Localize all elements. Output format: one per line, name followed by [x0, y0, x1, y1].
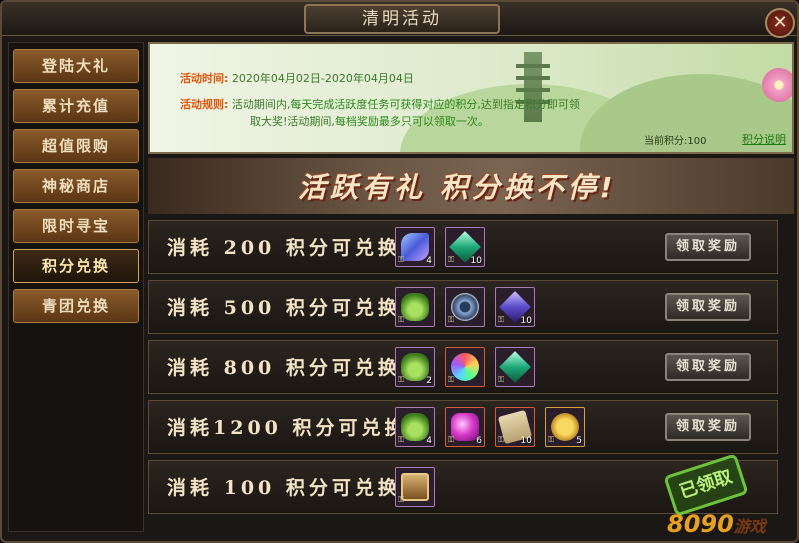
sidebar-item-points-exchange[interactable]: 积分兑换 [13, 249, 139, 283]
bind-icon: ⚿ [398, 375, 405, 384]
pink-gem-icon [451, 413, 479, 441]
claim-reward-button[interactable]: 领取奖励 [665, 293, 751, 321]
sidebar-item-limited-purchase[interactable]: 超值限购 [13, 129, 139, 163]
bind-icon: ⚿ [498, 315, 505, 324]
reward-row: 消耗 200 积分可兑换 ⚿ 4 ⚿ 10 领取奖励 [148, 220, 778, 274]
banner-title: 活跃有礼 积分换不停! [298, 171, 617, 204]
item-count: 10 [470, 256, 482, 266]
time-label: 活动时间: [180, 72, 229, 85]
item-count: 5 [576, 436, 582, 446]
bind-icon: ⚿ [498, 375, 505, 384]
rules-text-1b: 每天完成活跃度任务可获得对应的积分, [290, 98, 481, 111]
sidebar-item-qingtuan-exchange[interactable]: 青团兑换 [13, 289, 139, 323]
time-value: 2020年04月02日-2020年04月04日 [231, 72, 414, 85]
item-count: 6 [476, 436, 482, 446]
title-bar: 清明活动 ✕ [2, 2, 797, 38]
reward-item-slot[interactable]: ⚿ [445, 347, 485, 387]
activity-window: 清明活动 ✕ 登陆大礼 累计充值 超值限购 神秘商店 限时寻宝 积分兑换 青团兑… [0, 0, 799, 543]
item-count: 4 [426, 436, 432, 446]
claim-reward-button[interactable]: 领取奖励 [665, 233, 751, 261]
herb-icon [401, 353, 429, 381]
site-watermark: 8090游戏 [667, 510, 766, 538]
reward-item-slot[interactable]: ⚿ [495, 347, 535, 387]
bind-icon: ⚿ [448, 375, 455, 384]
reward-item-slot[interactable]: ⚿ [445, 287, 485, 327]
rules-label: 活动规则: [180, 98, 229, 111]
bind-icon: ⚿ [448, 315, 455, 324]
rules-text-1c: 达到指定积分即可领 [480, 98, 580, 111]
item-count: 10 [520, 436, 532, 446]
rules-text-2a: 取大奖! [250, 115, 288, 128]
sidebar-item-recharge[interactable]: 累计充值 [13, 89, 139, 123]
bind-icon: ⚿ [448, 255, 455, 264]
lotus-flower-icon [762, 68, 792, 102]
rules-text-2c: 每档奖励最多只可以领取一次。 [334, 115, 489, 128]
reward-item-slot[interactable]: ⚿ [395, 287, 435, 327]
bind-icon: ⚿ [448, 435, 455, 444]
reward-item-slot[interactable]: ⚿ 10 [445, 227, 485, 267]
sidebar: 登陆大礼 累计充值 超值限购 神秘商店 限时寻宝 积分兑换 青团兑换 [8, 42, 144, 532]
herb-icon [401, 413, 429, 441]
watermark-number: 8090 [667, 510, 734, 538]
reward-item-slot[interactable]: ⚿ 2 [395, 347, 435, 387]
reward-row: 消耗 800 积分可兑换 ⚿ 2 ⚿ ⚿ 领取奖励 [148, 340, 778, 394]
reward-cost-label: 消耗1200 积分可兑换 [167, 417, 408, 439]
claim-reward-button[interactable]: 领取奖励 [665, 353, 751, 381]
current-points: 当前积分:100 [644, 136, 707, 147]
sidebar-item-mystery-shop[interactable]: 神秘商店 [13, 169, 139, 203]
points-rules-link[interactable]: 积分说明 [742, 131, 786, 147]
reward-cost-label: 消耗 200 积分可兑换 [167, 237, 401, 259]
compass-disc-icon [451, 293, 479, 321]
gold-coin-icon [551, 413, 579, 441]
promo-banner: 活跃有礼 积分换不停! [148, 158, 794, 214]
bind-icon: ⚿ [398, 495, 405, 504]
rules-text-2b: 活动期间, [287, 115, 335, 128]
reward-row: 消耗 500 积分可兑换 ⚿ ⚿ ⚿ 10 领取奖励 [148, 280, 778, 334]
sidebar-item-login-gift[interactable]: 登陆大礼 [13, 49, 139, 83]
item-count: 10 [520, 316, 532, 326]
close-button[interactable]: ✕ [765, 8, 795, 38]
reward-cost-label: 消耗 800 积分可兑换 [167, 357, 401, 379]
bind-icon: ⚿ [548, 435, 555, 444]
watermark-text: 游戏 [733, 517, 766, 536]
item-count: 4 [426, 256, 432, 266]
reward-item-slot[interactable]: ⚿ 4 [395, 227, 435, 267]
reward-item-slot[interactable]: ⚿ 10 [495, 407, 535, 447]
reward-cost-label: 消耗 100 积分可兑换 [167, 477, 401, 499]
rules-text-1a: 活动期间内, [231, 98, 291, 111]
reward-item-slot[interactable]: ⚿ 4 [395, 407, 435, 447]
reward-item-slot[interactable]: ⚿ 6 [445, 407, 485, 447]
window-title: 清明活动 [304, 4, 500, 34]
bind-icon: ⚿ [398, 255, 405, 264]
rainbow-orb-icon [451, 353, 479, 381]
bind-icon: ⚿ [398, 315, 405, 324]
reward-row: 消耗1200 积分可兑换 ⚿ 4 ⚿ 6 ⚿ 10 ⚿ 5 领取奖励 [148, 400, 778, 454]
bind-icon: ⚿ [398, 435, 405, 444]
item-count: 2 [426, 376, 432, 386]
treasure-chest-icon [401, 473, 429, 501]
feather-icon [401, 233, 429, 261]
reward-item-slot[interactable]: ⚿ [395, 467, 435, 507]
claim-reward-button[interactable]: 领取奖励 [665, 413, 751, 441]
bind-icon: ⚿ [498, 435, 505, 444]
reward-cost-label: 消耗 500 积分可兑换 [167, 297, 401, 319]
reward-item-slot[interactable]: ⚿ 5 [545, 407, 585, 447]
herb-icon [401, 293, 429, 321]
sidebar-item-treasure-hunt[interactable]: 限时寻宝 [13, 209, 139, 243]
reward-item-slot[interactable]: ⚿ 10 [495, 287, 535, 327]
activity-info-panel: 活动时间: 2020年04月02日-2020年04月04日 活动规则: 活动期间… [148, 42, 794, 154]
